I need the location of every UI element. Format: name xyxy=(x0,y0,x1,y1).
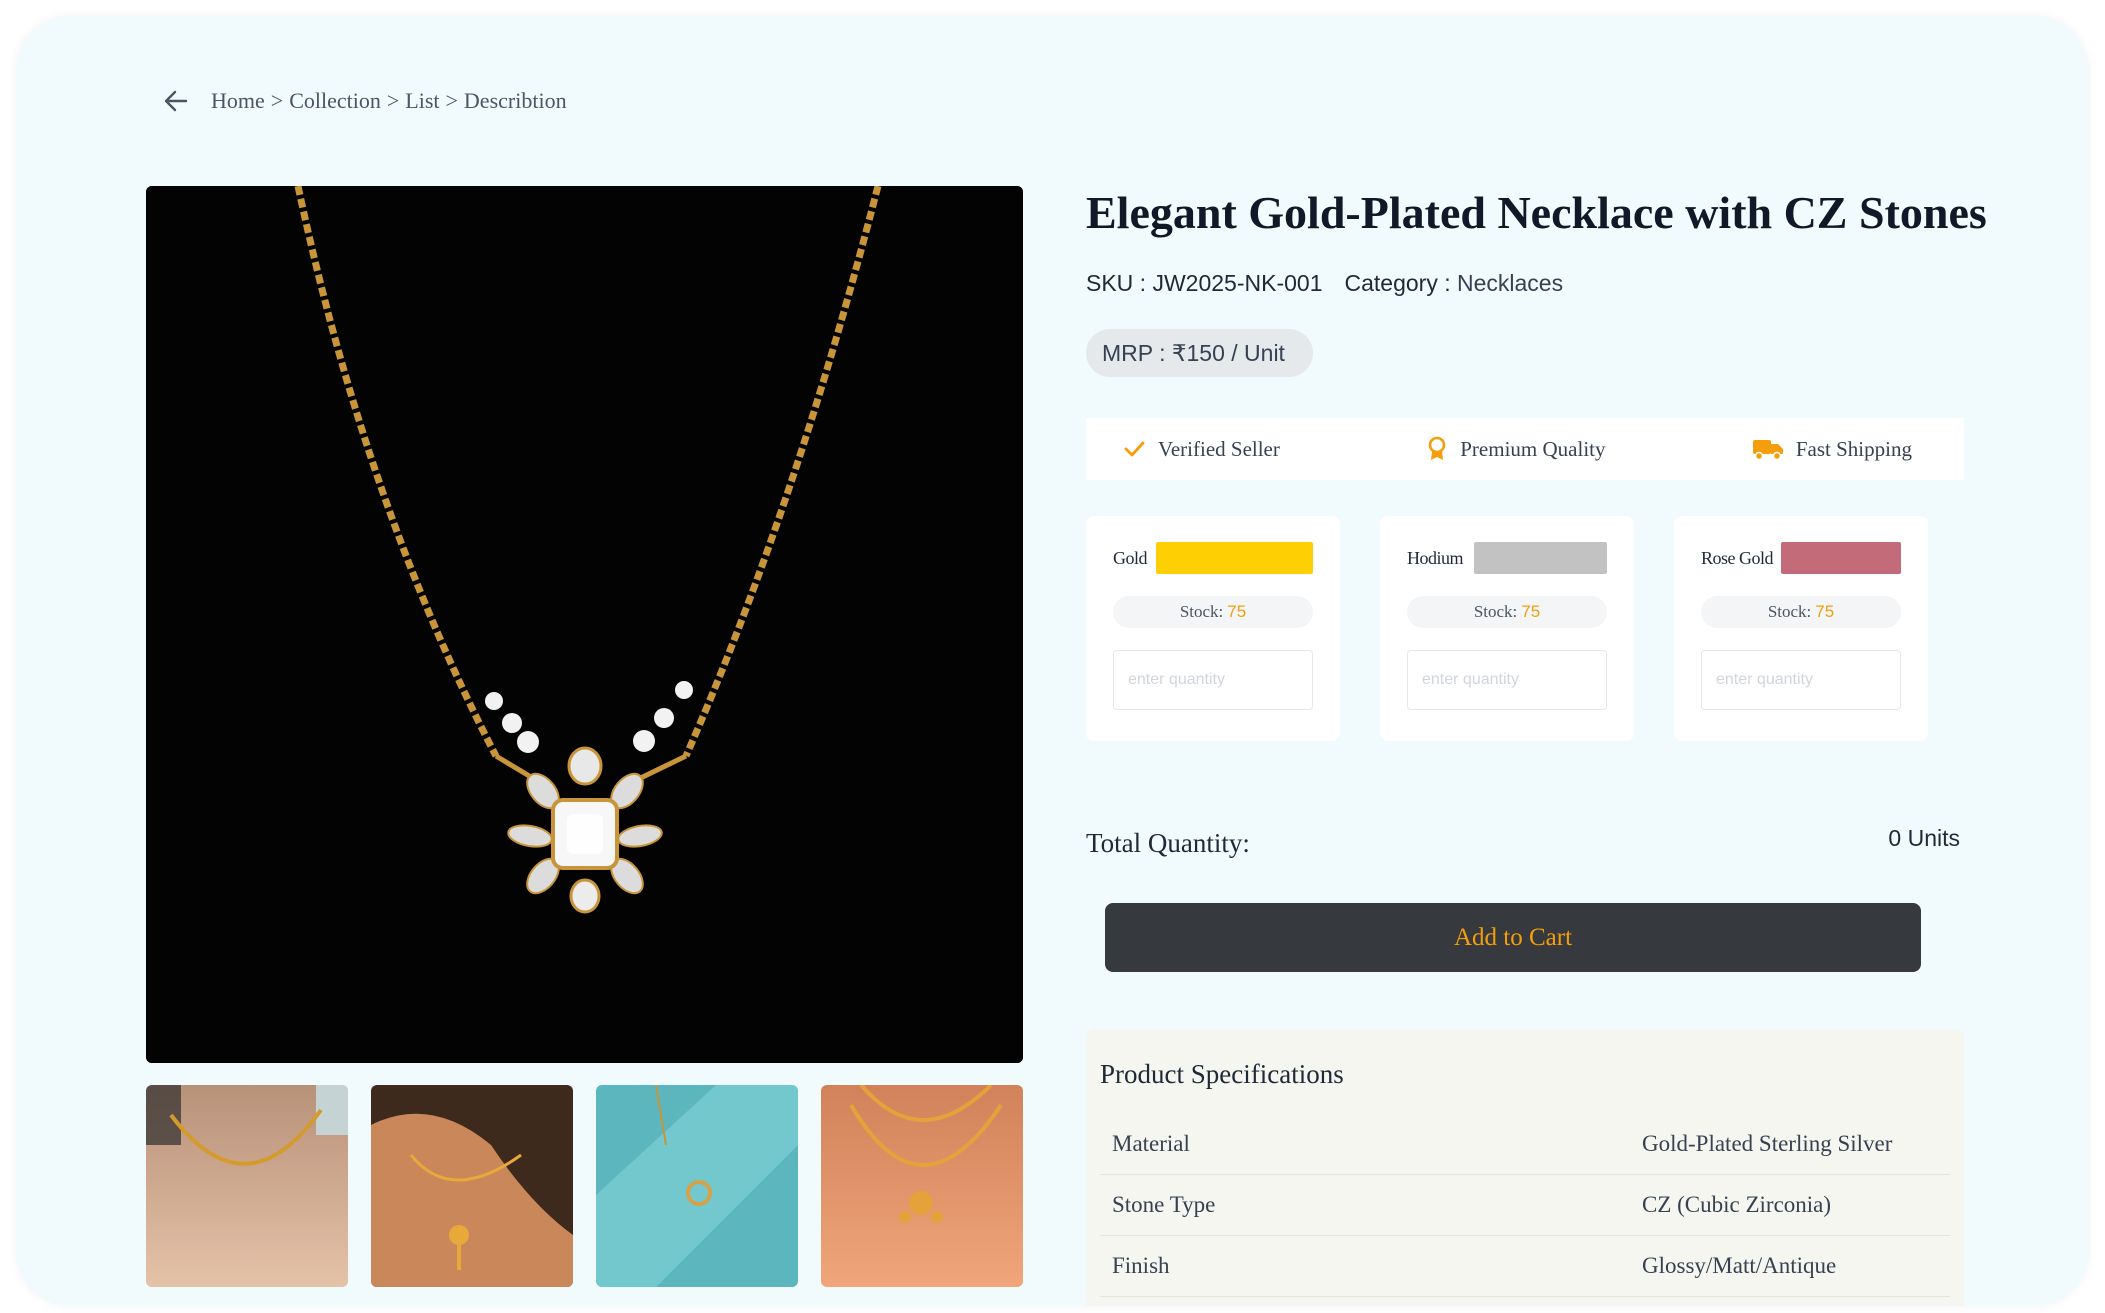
feature-verified-seller: Verified Seller xyxy=(1122,437,1280,462)
variant-name: Gold xyxy=(1113,547,1148,568)
stock-label: Stock: xyxy=(1473,602,1518,621)
quantity-input[interactable] xyxy=(1701,650,1901,710)
breadcrumb-list[interactable]: List xyxy=(405,88,439,114)
breadcrumb-separator: > xyxy=(270,88,284,113)
sku: SKU : JW2025-NK-001 xyxy=(1086,270,1323,297)
feature-strip: Verified Seller Premium Quality Fast Shi… xyxy=(1086,418,1964,480)
spec-row: Finish Glossy/Matt/Antique xyxy=(1100,1236,1950,1297)
feature-premium-quality: Premium Quality xyxy=(1426,436,1606,462)
variant-card-hodium: Hodium Stock: 75 xyxy=(1380,516,1634,741)
specs-title: Product Specifications xyxy=(1100,1059,1344,1089)
thumbnail-2[interactable] xyxy=(371,1085,573,1287)
quantity-input[interactable] xyxy=(1113,650,1313,710)
stock-count: 75 xyxy=(1815,602,1835,621)
product-specifications: Product Specifications Material Gold-Pla… xyxy=(1086,1029,1964,1306)
spec-value: Gold-Plated Sterling Silver xyxy=(1642,1131,1893,1156)
thumbnail-image xyxy=(821,1085,1023,1287)
spec-value: Glossy/Matt/Antique xyxy=(1642,1253,1837,1278)
spec-row: Material Gold-Plated Sterling Silver xyxy=(1100,1114,1950,1175)
sku-label: SKU : xyxy=(1086,270,1153,296)
spec-key: Stone Type xyxy=(1112,1192,1216,1217)
sku-value: JW2025-NK-001 xyxy=(1152,270,1323,296)
thumbnail-3[interactable] xyxy=(596,1085,798,1287)
stock-pill: Stock: 75 xyxy=(1407,596,1607,628)
breadcrumb-trail: Home > Collection > List > Describtion xyxy=(211,88,567,114)
feature-label: Verified Seller xyxy=(1158,436,1280,461)
variant-card-gold: Gold Stock: 75 xyxy=(1086,516,1340,741)
product-title: Elegant Gold-Plated Necklace with CZ Sto… xyxy=(1086,187,1987,238)
feature-label: Fast Shipping xyxy=(1795,436,1912,461)
thumbnail-4[interactable] xyxy=(821,1085,1023,1287)
add-to-cart-button[interactable]: Add to Cart xyxy=(1105,903,1921,972)
thumbnail-image xyxy=(596,1085,798,1287)
check-icon xyxy=(1124,441,1145,457)
thumbnail-image xyxy=(146,1085,348,1287)
stock-count: 75 xyxy=(1227,602,1247,621)
necklace-illustration xyxy=(146,186,1023,1063)
category-value: Necklaces xyxy=(1457,270,1564,296)
category-label: Category : xyxy=(1344,270,1457,296)
total-quantity-label: Total Quantity: xyxy=(1086,828,1250,858)
spec-key: Material xyxy=(1112,1131,1190,1156)
breadcrumb-collection[interactable]: Collection xyxy=(289,88,381,114)
total-quantity-row: Total Quantity: 0 Units xyxy=(1086,825,1964,859)
quantity-input[interactable] xyxy=(1407,650,1607,710)
breadcrumb-separator: > xyxy=(386,88,400,113)
spec-key: Finish xyxy=(1112,1253,1170,1278)
color-swatch[interactable] xyxy=(1156,542,1313,574)
color-swatch[interactable] xyxy=(1474,542,1607,574)
stock-label: Stock: xyxy=(1179,602,1224,621)
product-meta: SKU : JW2025-NK-001 Category : Necklaces xyxy=(1086,270,1563,297)
stock-pill: Stock: 75 xyxy=(1701,596,1901,628)
breadcrumb-separator: > xyxy=(445,88,458,113)
thumbnail-strip xyxy=(146,1085,1023,1287)
award-icon xyxy=(1428,436,1446,460)
feature-fast-shipping: Fast Shipping xyxy=(1752,437,1912,462)
stock-count: 75 xyxy=(1521,602,1541,621)
color-swatch[interactable] xyxy=(1781,542,1901,574)
thumbnail-image xyxy=(371,1085,573,1287)
variant-name: Rose Gold xyxy=(1701,547,1774,568)
breadcrumb: Home > Collection > List > Describtion xyxy=(161,86,567,116)
breadcrumb-current: Describtion xyxy=(463,88,567,113)
stock-label: Stock: xyxy=(1767,602,1812,621)
breadcrumb-home[interactable]: Home xyxy=(211,88,265,114)
total-quantity-value: 0 Units xyxy=(1888,825,1960,851)
mrp-badge: MRP : ₹150 / Unit xyxy=(1086,329,1313,377)
product-page-card: Home > Collection > List > Describtion E… xyxy=(16,16,2089,1306)
category: Category : Necklaces xyxy=(1345,270,1564,297)
stock-pill: Stock: 75 xyxy=(1113,596,1313,628)
variant-cards: Gold Stock: 75 Hodium Stock: 75 Rose Gol… xyxy=(1086,516,1928,741)
arrow-left-icon[interactable] xyxy=(161,86,191,116)
truck-icon xyxy=(1752,440,1783,461)
main-product-image xyxy=(146,186,1023,1063)
variant-card-rose-gold: Rose Gold Stock: 75 xyxy=(1674,516,1928,741)
spec-value: CZ (Cubic Zirconia) xyxy=(1642,1192,1832,1217)
spec-row: Stone Type CZ (Cubic Zirconia) xyxy=(1100,1175,1950,1236)
feature-label: Premium Quality xyxy=(1460,436,1606,461)
variant-name: Hodium xyxy=(1407,547,1464,568)
thumbnail-1[interactable] xyxy=(146,1085,348,1287)
